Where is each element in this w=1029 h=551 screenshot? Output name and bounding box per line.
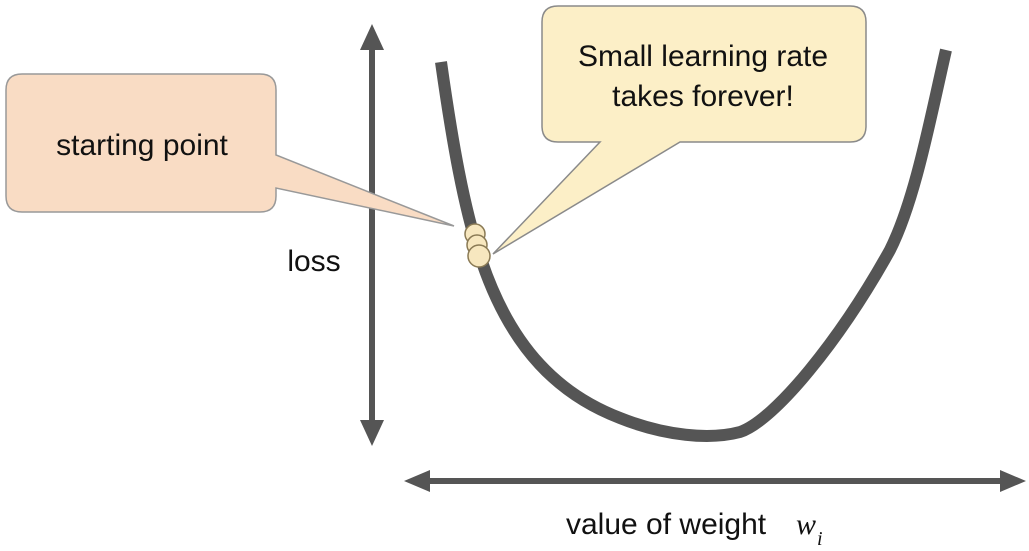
small-learning-rate-line-2: takes forever! — [612, 80, 794, 113]
starting-point-callout: starting point — [5, 73, 455, 227]
learning-rate-diagram: starting point Small learning rate takes… — [5, 5, 1026, 550]
small-learning-rate-line-1: Small learning rate — [578, 40, 828, 73]
y-axis — [360, 24, 384, 446]
x-axis-label: value of weight — [566, 508, 767, 541]
x-axis — [404, 470, 1026, 492]
y-axis-label: loss — [287, 245, 340, 278]
x-axis-symbol: w — [796, 508, 816, 541]
x-axis-symbol-subscript: i — [817, 528, 823, 550]
step-ball-3 — [467, 244, 491, 268]
x-axis-label-group: value of weight w i — [566, 508, 823, 550]
y-axis-arrow-up — [360, 24, 384, 50]
y-axis-arrow-down — [360, 420, 384, 446]
x-axis-arrow-left — [404, 470, 430, 492]
small-learning-rate-callout: Small learning rate takes forever! — [492, 5, 867, 255]
x-axis-arrow-right — [1000, 470, 1026, 492]
starting-point-text: starting point — [56, 129, 228, 162]
gradient-steps — [464, 223, 491, 268]
